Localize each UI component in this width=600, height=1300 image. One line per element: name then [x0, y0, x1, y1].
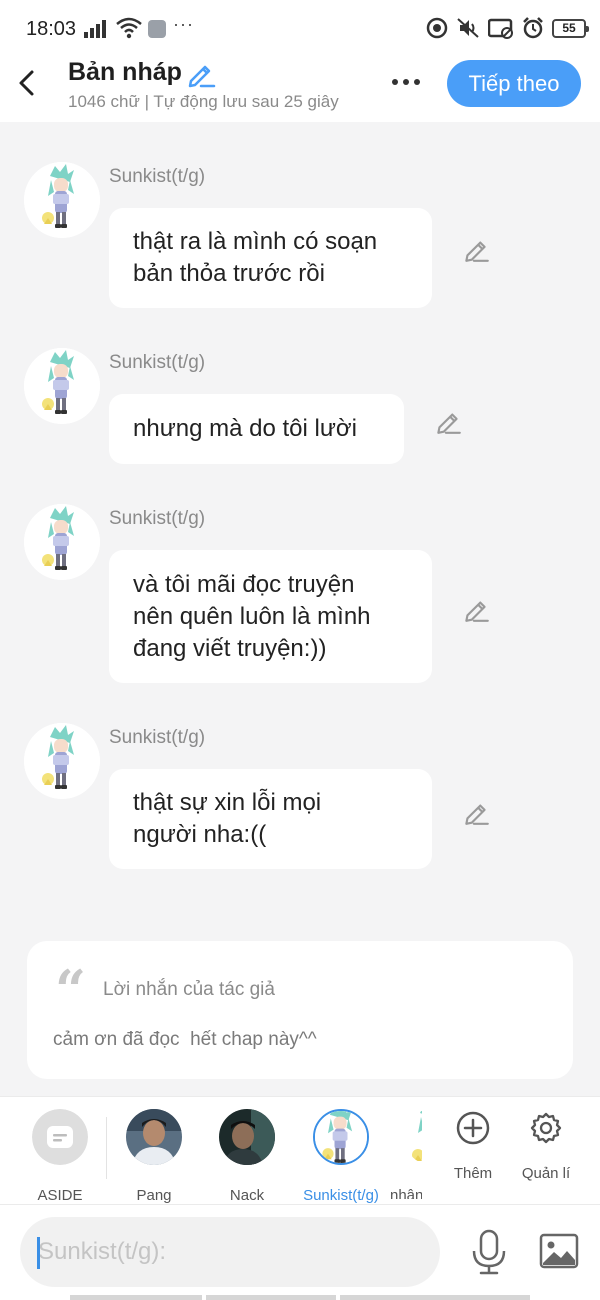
- nack-avatar: [219, 1109, 275, 1165]
- message-text-line: người nha:((: [133, 821, 267, 848]
- message-text-line: bản thỏa trước rồi: [133, 260, 325, 287]
- author-note-text: cảm ơn đã đọc hết chap này^^: [53, 1029, 317, 1050]
- message-bubble[interactable]: và tôi mãi đọc truyện nên quên luôn là m…: [109, 550, 432, 683]
- character-name: nhân: [390, 1187, 422, 1199]
- editor-header: Bản nháp 1046 chữ | Tự động lưu sau 25 g…: [0, 56, 600, 122]
- add-character-button[interactable]: Thêm: [438, 1105, 508, 1195]
- message-input[interactable]: [20, 1217, 440, 1287]
- character-name: Nack: [229, 1187, 265, 1204]
- data-saver-icon: [488, 18, 513, 39]
- aside-icon: [32, 1109, 88, 1165]
- do-not-disturb-icon: [426, 17, 448, 39]
- manage-characters-button[interactable]: Quản lí: [511, 1105, 581, 1195]
- page-title: Bản nháp: [68, 58, 182, 86]
- character-aside[interactable]: ASIDE: [24, 1109, 96, 1204]
- image-icon[interactable]: [539, 1233, 579, 1269]
- gear-icon: [530, 1112, 562, 1144]
- character-avatar[interactable]: [24, 504, 100, 580]
- alarm-icon: [523, 17, 543, 39]
- manage-characters-label: Quản lí: [521, 1165, 571, 1182]
- message-text-line: nhưng mà do tôi lười: [133, 415, 357, 442]
- gesture-bar: [206, 1295, 336, 1300]
- message-bubble[interactable]: nhưng mà do tôi lười: [109, 394, 404, 464]
- character-pang[interactable]: Pang: [118, 1109, 190, 1204]
- edit-title-icon[interactable]: [186, 59, 216, 89]
- back-arrow-icon[interactable]: [16, 66, 40, 100]
- character-name: Sunkist(t/g): [303, 1187, 379, 1204]
- text-cursor: [37, 1237, 40, 1269]
- mute-icon: [457, 18, 479, 38]
- signal-icon: [84, 20, 106, 38]
- message-bubble[interactable]: thật sự xin lỗi mọi người nha:((: [109, 769, 432, 869]
- microphone-icon[interactable]: [470, 1229, 508, 1275]
- edit-message-icon[interactable]: [461, 234, 491, 264]
- character-name: ASIDE: [37, 1187, 83, 1204]
- message-sender: Sunkist(t/g): [109, 352, 206, 373]
- more-options-icon[interactable]: [386, 64, 426, 100]
- message-text-line: và tôi mãi đọc truyện: [133, 570, 355, 598]
- character-avatar[interactable]: [24, 723, 100, 799]
- gesture-bar: [340, 1295, 530, 1300]
- status-time: 18:03: [26, 18, 77, 40]
- edit-message-icon[interactable]: [461, 797, 491, 827]
- message-text-line: thật ra là mình có soạn: [133, 228, 378, 255]
- message-bubble[interactable]: thật ra là mình có soạn bản thỏa trước r…: [109, 208, 432, 308]
- divider: [106, 1117, 107, 1179]
- edit-message-icon[interactable]: [433, 406, 463, 436]
- character-nack[interactable]: Nack: [211, 1109, 283, 1204]
- message-sender: Sunkist(t/g): [109, 727, 206, 748]
- character-avatar[interactable]: [24, 348, 100, 424]
- app-notification-icon: [148, 20, 166, 38]
- message-sender: Sunkist(t/g): [109, 508, 206, 529]
- status-bar: 18:03 ··· 55: [0, 0, 600, 56]
- character-avatar[interactable]: [24, 162, 100, 238]
- author-note-label: Lời nhắn của tác giả: [103, 979, 275, 1000]
- message-sender: Sunkist(t/g): [109, 166, 206, 187]
- message-text-line: nên quên luôn là mình: [133, 602, 371, 630]
- pang-avatar: [126, 1109, 182, 1165]
- character-sunkist[interactable]: Sunkist(t/g): [303, 1109, 379, 1204]
- character-name: Pang: [136, 1187, 172, 1204]
- message-text-line: thật sự xin lỗi mọi: [133, 789, 322, 816]
- word-count-autosave-status: 1046 chữ | Tự động lưu sau 25 giây: [68, 92, 339, 111]
- character-partial[interactable]: nhân: [382, 1109, 422, 1199]
- character-avatar: [404, 1109, 422, 1165]
- quote-icon: “: [55, 958, 87, 1022]
- gesture-bar: [70, 1295, 202, 1300]
- sunkist-avatar: [313, 1109, 369, 1165]
- author-note-card[interactable]: “ Lời nhắn của tác giả cảm ơn đã đọc hết…: [27, 941, 573, 1079]
- plus-circle-icon: [456, 1111, 490, 1145]
- wifi-icon: [116, 17, 142, 39]
- edit-message-icon[interactable]: [461, 594, 491, 624]
- character-selector-bar: ASIDE Pang Nack Sunkist(t/g) nhân Thêm Q…: [0, 1096, 600, 1204]
- next-button[interactable]: Tiếp theo: [447, 60, 581, 107]
- message-text-line: đang viết truyện:)): [133, 634, 327, 662]
- battery-indicator: 55: [552, 18, 589, 38]
- composer-bar: [0, 1204, 600, 1300]
- more-notifications-icon: ···: [173, 14, 194, 34]
